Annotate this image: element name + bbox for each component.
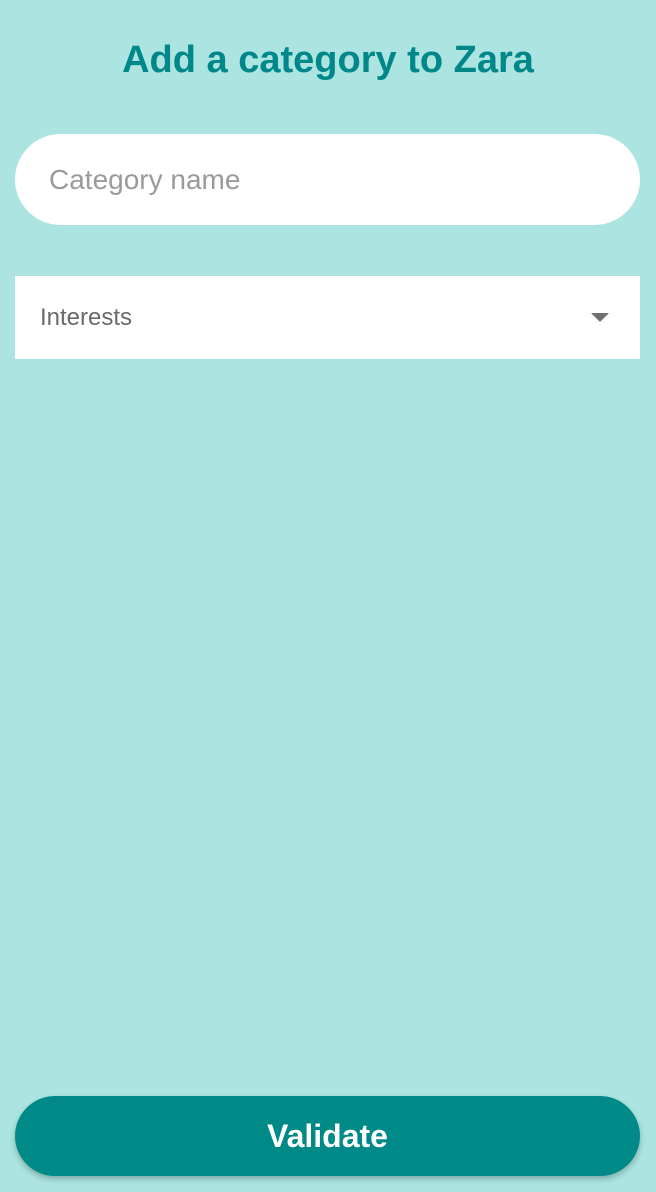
caret-down-icon — [591, 313, 609, 322]
validate-button[interactable]: Validate — [15, 1096, 640, 1176]
dropdown-selected-value: Interests — [40, 303, 133, 331]
category-name-input[interactable] — [15, 134, 640, 225]
page-title: Add a category to Zara — [122, 39, 534, 81]
category-type-dropdown[interactable]: Interests — [15, 276, 640, 359]
